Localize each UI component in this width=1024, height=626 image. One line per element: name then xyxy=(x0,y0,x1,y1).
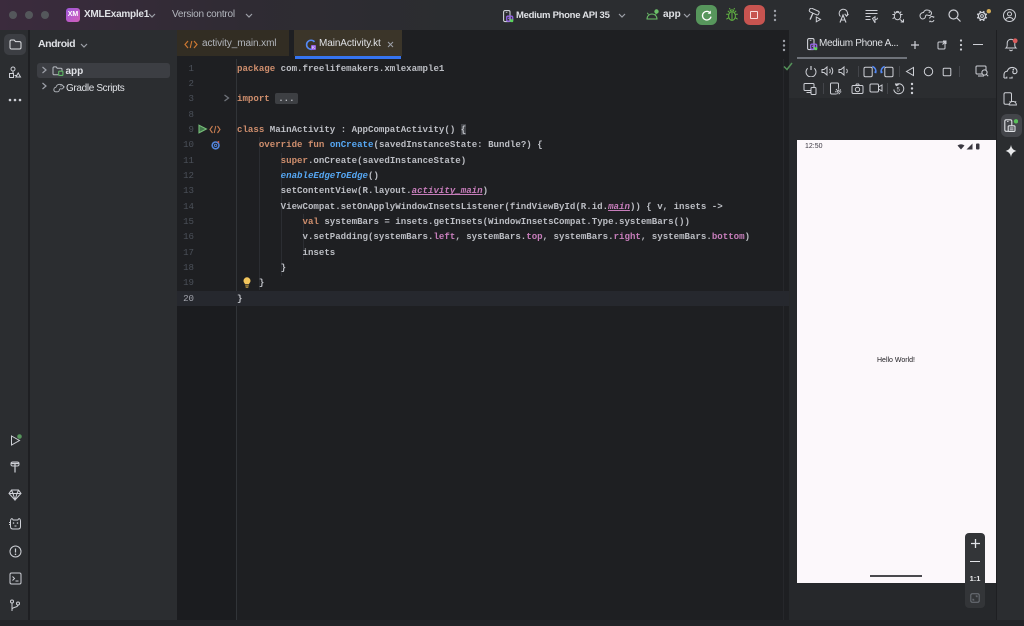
svg-text:K: K xyxy=(312,45,315,50)
svg-text:5: 5 xyxy=(897,88,901,94)
